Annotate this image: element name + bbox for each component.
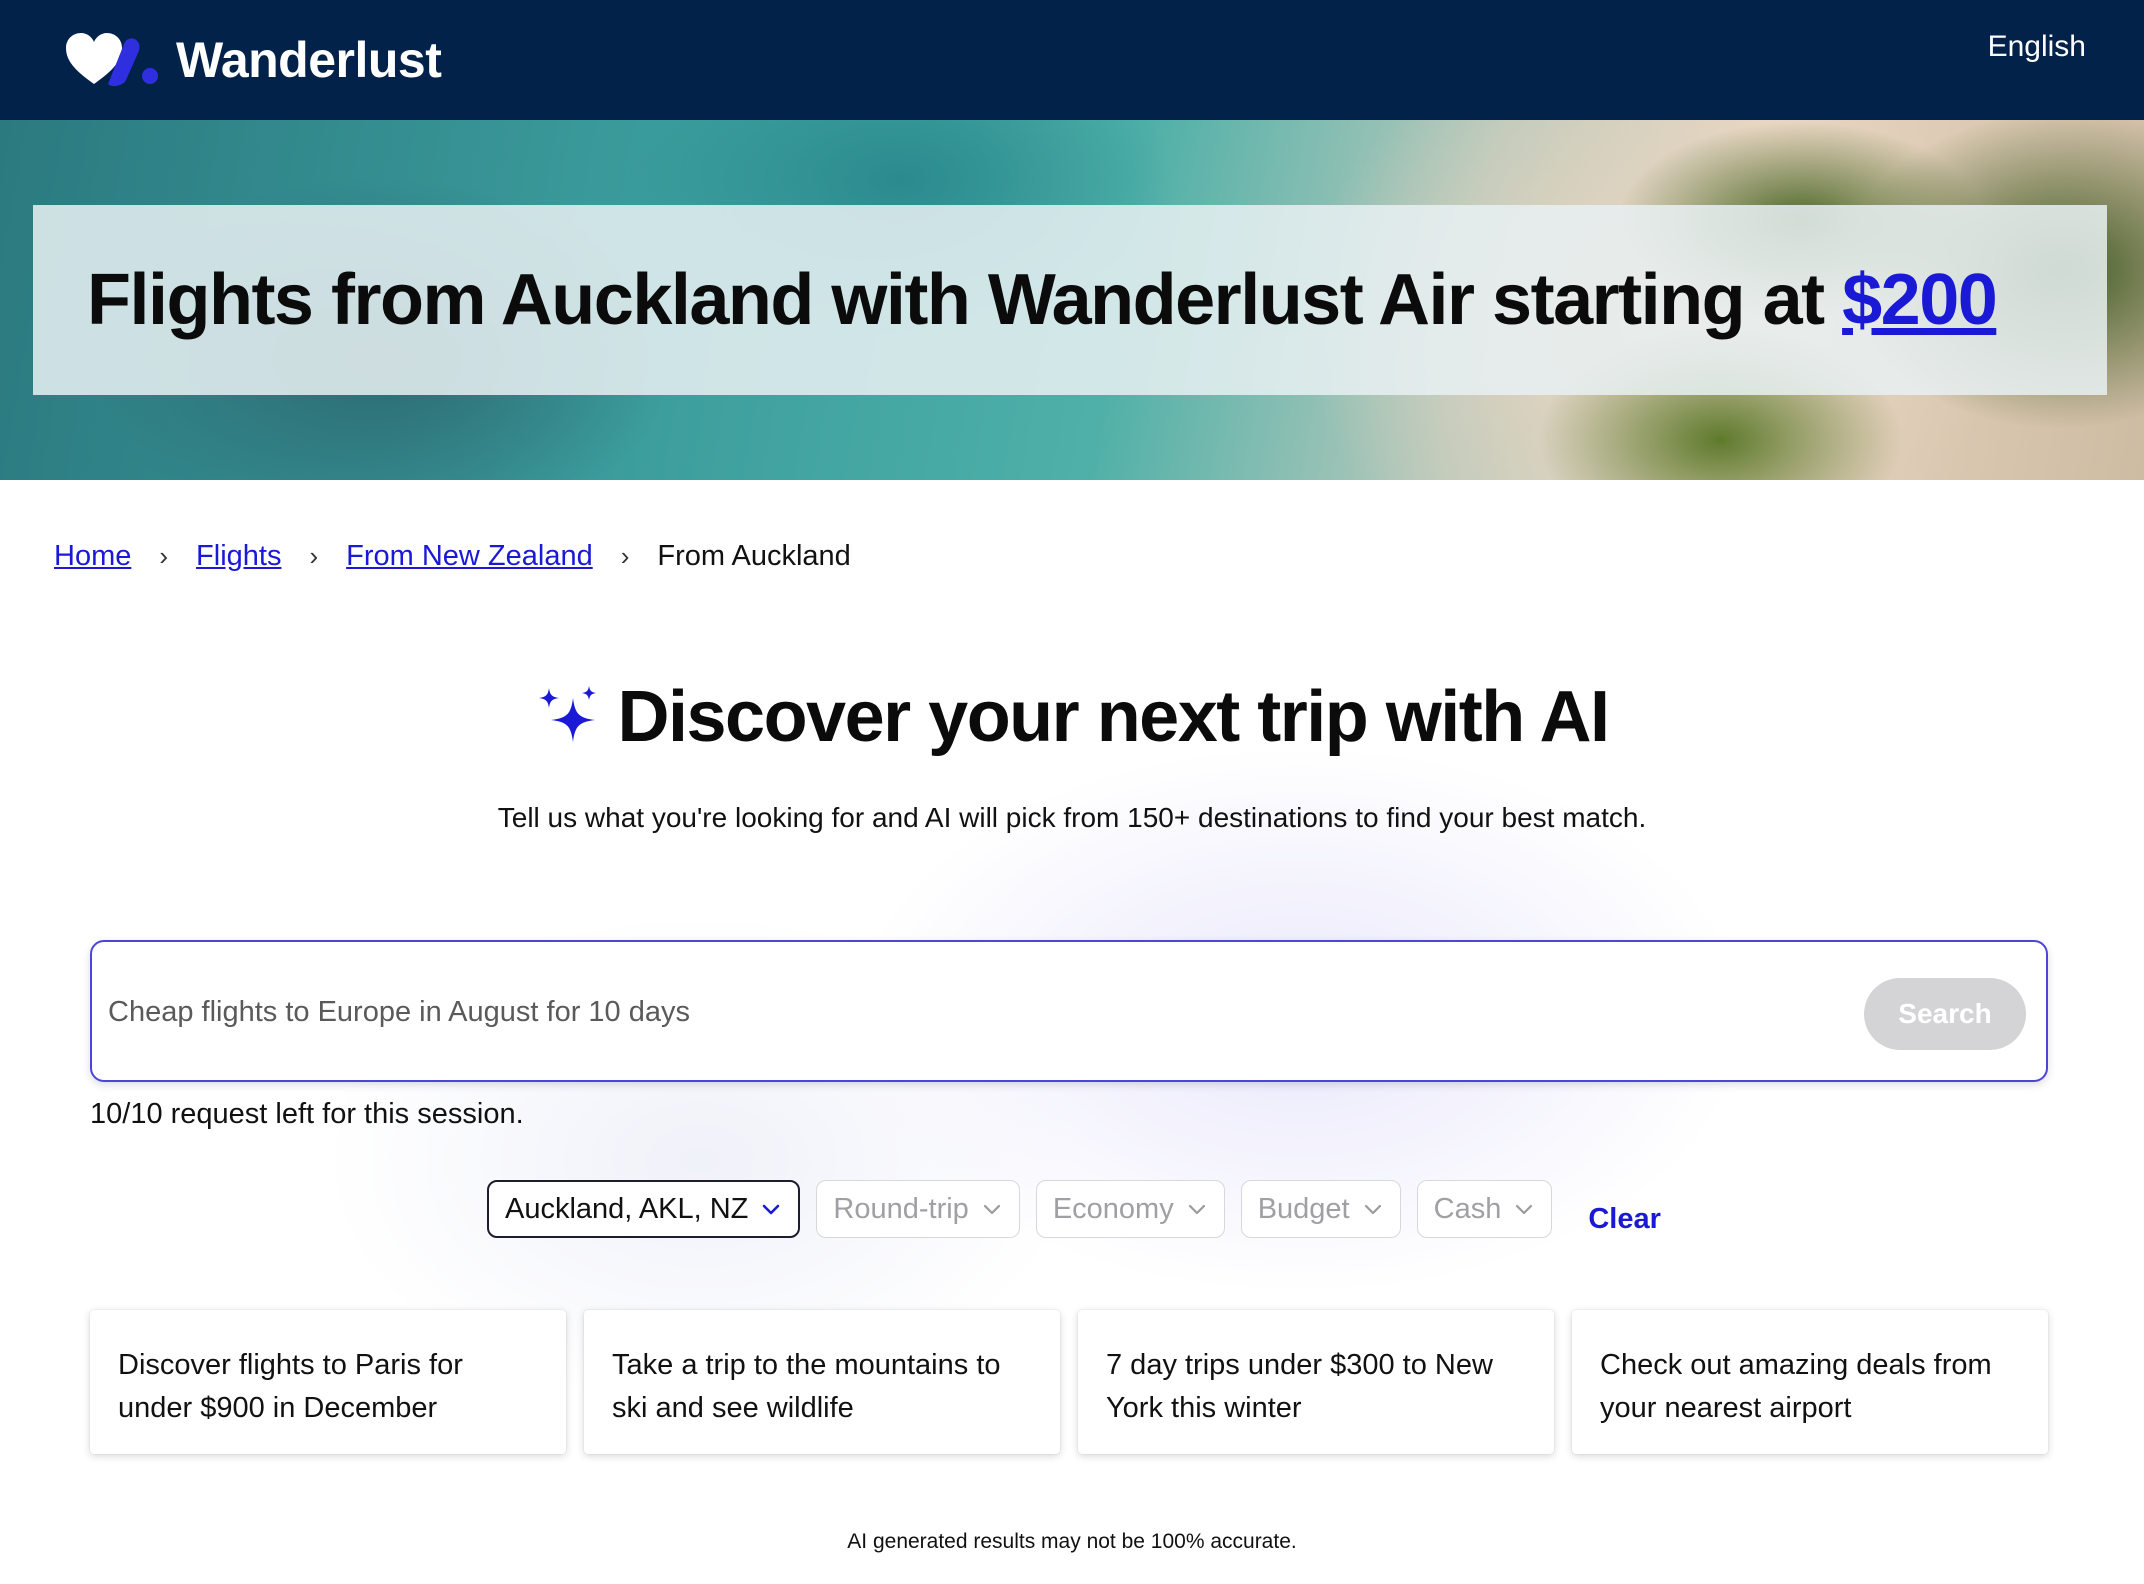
ai-section-subtitle: Tell us what you're looking for and AI w… bbox=[497, 802, 1647, 833]
suggestion-cards: Discover flights to Paris for under $900… bbox=[90, 1310, 2066, 1454]
search-filters: Auckland, AKL, NZ Round-trip Economy Bud… bbox=[487, 1180, 1661, 1238]
brand-name: Wanderlust bbox=[176, 32, 442, 88]
chevron-right-icon: › bbox=[159, 541, 169, 571]
breadcrumb-from-new-zealand[interactable]: From New Zealand bbox=[346, 540, 593, 573]
ai-section-title: Discover your next trip with AI bbox=[617, 677, 1610, 757]
page-title: Flights from Auckland with Wanderlust Ai… bbox=[87, 257, 1998, 343]
suggestion-card-nearest-airport[interactable]: Check out amazing deals from your neares… bbox=[1572, 1310, 2048, 1454]
ai-heading: Discover your next trip with AI bbox=[0, 676, 2144, 758]
chevron-down-icon bbox=[1188, 1204, 1205, 1215]
breadcrumb-home[interactable]: Home bbox=[54, 540, 131, 573]
ai-search-box: Search bbox=[90, 940, 2048, 1082]
budget-dropdown[interactable]: Budget bbox=[1240, 1180, 1401, 1238]
payment-dropdown-value: Cash bbox=[1433, 1192, 1502, 1225]
chevron-down-icon bbox=[763, 1204, 780, 1215]
hero-title-panel: Flights from Auckland with Wanderlust Ai… bbox=[33, 205, 2107, 395]
cabin-class-dropdown[interactable]: Economy bbox=[1035, 1180, 1225, 1238]
top-navigation-bar: Wanderlust English bbox=[0, 0, 2144, 120]
hero-price-link[interactable]: $200 bbox=[1842, 260, 1998, 340]
clear-filters-button[interactable]: Clear bbox=[1588, 1203, 1661, 1236]
sparkle-icon bbox=[539, 686, 597, 742]
suggestion-card-paris[interactable]: Discover flights to Paris for under $900… bbox=[90, 1310, 566, 1454]
breadcrumb-flights[interactable]: Flights bbox=[196, 540, 281, 573]
chevron-down-icon bbox=[983, 1204, 1000, 1215]
hero-title-text: Flights from Auckland with Wanderlust Ai… bbox=[87, 260, 1843, 340]
origin-dropdown[interactable]: Auckland, AKL, NZ bbox=[487, 1180, 801, 1238]
search-button[interactable]: Search bbox=[1864, 978, 2026, 1050]
breadcrumb: Home › Flights › From New Zealand › From… bbox=[54, 540, 851, 573]
suggestion-card-new-york[interactable]: 7 day trips under $300 to New York this … bbox=[1078, 1310, 1554, 1454]
suggestion-card-mountains[interactable]: Take a trip to the mountains to ski and … bbox=[584, 1310, 1060, 1454]
hero-banner-image: Flights from Auckland with Wanderlust Ai… bbox=[0, 120, 2144, 480]
wanderlust-logo-icon bbox=[66, 33, 158, 87]
home-logo-link[interactable]: Wanderlust bbox=[64, 18, 442, 102]
cabin-class-dropdown-value: Economy bbox=[1052, 1192, 1174, 1225]
language-selector[interactable]: English bbox=[1988, 30, 2086, 64]
session-request-counter: 10/10 request left for this session. bbox=[90, 1098, 524, 1130]
chevron-right-icon: › bbox=[309, 541, 319, 571]
budget-dropdown-value: Budget bbox=[1257, 1192, 1350, 1225]
origin-dropdown-value: Auckland, AKL, NZ bbox=[505, 1192, 749, 1225]
breadcrumb-current: From Auckland bbox=[657, 540, 851, 572]
chevron-down-icon bbox=[1364, 1204, 1381, 1215]
trip-type-dropdown[interactable]: Round-trip bbox=[816, 1180, 1020, 1238]
trip-type-dropdown-value: Round-trip bbox=[833, 1192, 969, 1225]
ai-disclaimer: AI generated results may not be 100% acc… bbox=[847, 1530, 1297, 1553]
ai-search-input[interactable] bbox=[106, 978, 1930, 1046]
payment-dropdown[interactable]: Cash bbox=[1416, 1180, 1553, 1238]
chevron-down-icon bbox=[1516, 1204, 1533, 1215]
chevron-right-icon: › bbox=[620, 541, 630, 571]
